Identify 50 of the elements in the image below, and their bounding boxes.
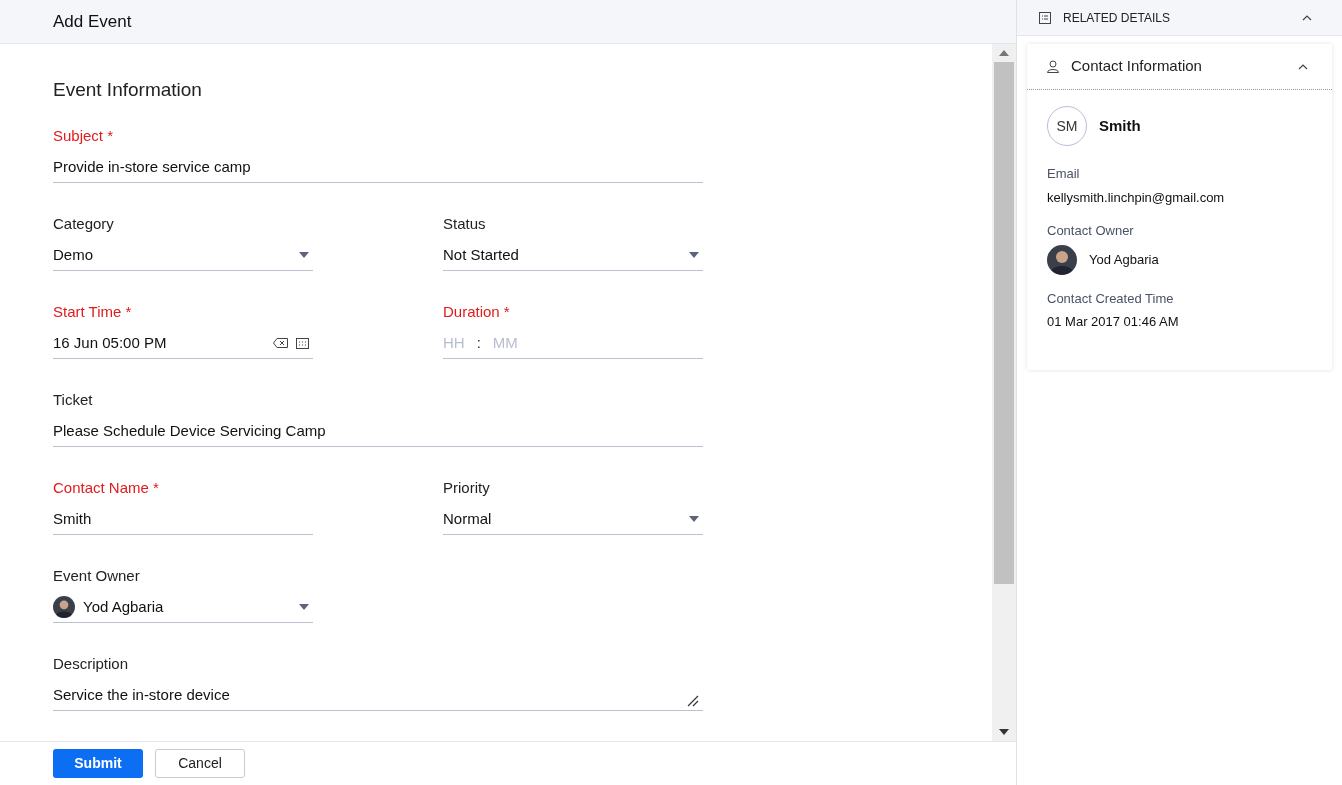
field-label: Start Time * [53,301,133,322]
detail-value: 01 Mar 2017 01:46 AM [1047,313,1180,331]
detail-label: Contact Created Time [1047,289,1175,308]
calendar-icon[interactable] [296,337,309,349]
chevron-up-icon[interactable] [1298,63,1308,70]
text-input-field[interactable]: Smith [53,504,313,535]
page-title: Add Event [53,10,132,33]
list-icon [1039,11,1051,24]
detail-label: Contact Owner [1047,222,1135,240]
contact-name: Smith [1099,115,1141,136]
detail-label: Email [1047,165,1081,183]
field-label: Event Owner [53,565,141,586]
scroll-up-arrow-icon[interactable] [999,50,1009,56]
person-icon [1047,60,1059,73]
duration-field[interactable]: HH : MM [443,328,703,359]
field-label: Priority [443,477,491,498]
field-label: Category [53,213,115,234]
clear-icon[interactable] [273,337,288,348]
user-avatar-icon [53,596,75,618]
text-input-field[interactable]: Provide in-store service camp [53,152,703,183]
dropdown-caret-icon [689,252,699,258]
card-title: Contact Information [1071,56,1203,77]
user-dropdown-field[interactable]: Yod Agbaria [53,592,313,623]
section-title: Event Information [53,78,203,102]
field-label: Description [53,653,130,674]
scrollbar-thumb[interactable] [994,62,1014,584]
chevron-up-icon[interactable] [1302,14,1312,21]
scroll-down-arrow-icon[interactable] [999,729,1009,735]
field-label: Subject * [53,125,115,146]
dropdown-caret-icon [299,604,309,610]
detail-value: kellysmith.linchpin@gmail.com [1047,188,1226,207]
datetime-field[interactable]: 16 Jun 05:00 PM [53,328,313,359]
dropdown-field[interactable]: Not Started [443,240,703,271]
dropdown-field[interactable]: Demo [53,240,313,271]
dropdown-caret-icon [299,252,309,258]
panel-title: RELATED DETAILS [1063,9,1171,27]
field-label: Duration * [443,301,511,322]
field-label: Status [443,213,487,234]
detail-value: Yod Agbaria [1089,250,1159,269]
user-avatar-icon [1047,244,1077,275]
dropdown-caret-icon [689,516,699,522]
cancel-button[interactable]: Cancel [155,749,245,778]
submit-button[interactable]: Submit [53,749,143,778]
field-label: Ticket [53,389,94,410]
field-label: Contact Name * [53,477,160,498]
resize-handle-icon[interactable] [687,695,699,707]
textarea-field[interactable]: Service the in-store device [53,680,703,711]
text-input-field[interactable]: Please Schedule Device Servicing Camp [53,416,703,447]
dropdown-field[interactable]: Normal [443,504,703,535]
scrollbar[interactable] [992,44,1016,741]
